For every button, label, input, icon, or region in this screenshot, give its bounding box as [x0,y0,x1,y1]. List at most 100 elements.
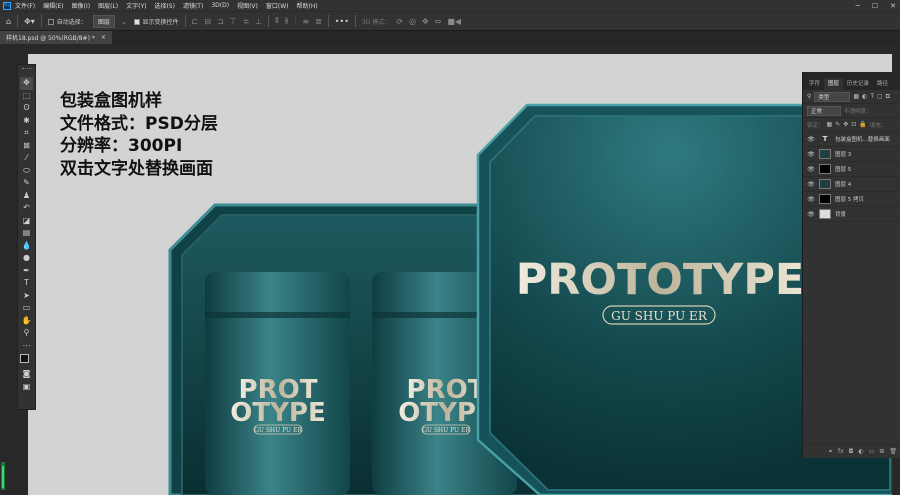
move-tool-icon[interactable]: ✥ [20,77,33,90]
filter-pixel-icon[interactable]: ▦ [853,93,859,100]
tab-paths[interactable]: 路径 [873,78,892,90]
history-brush-icon[interactable]: ↶ [20,202,33,215]
layer-row[interactable]: 👁 图层 5 拷贝 [803,192,900,207]
blur-tool-icon[interactable]: 💧 [20,240,33,253]
pen-tool-icon[interactable]: ✒ [20,265,33,278]
visibility-eye-icon[interactable]: 👁 [807,151,815,158]
mockup-description-text[interactable]: 包装盒图机样 文件格式：PSD分层 分辨率：300PI 双击文字处替换画面 [60,90,218,180]
tool-list: ✥ ⬚ ʘ ✱ ⌗ ⊠ ⁄ ⬭ ✎ ♟ ↶ ◪ ▤ 💧 ● ✒ T ➤ ▭ ✋ ⚲ ⋯ [20,77,33,352]
tab-layers[interactable]: 图层 [824,78,844,90]
layer-filter-dropdown[interactable]: 类型 [814,91,851,102]
visibility-eye-icon[interactable]: 👁 [807,181,815,188]
quick-mask-icon[interactable]: ◙ [20,368,33,381]
layer-thumbnail [819,149,831,159]
adjustment-layer-icon[interactable]: ◐ [858,448,863,455]
brush-tool-icon[interactable]: ✎ [20,177,33,190]
tab-character[interactable]: 字符 [805,78,824,90]
shape-tool-icon[interactable]: ▭ [20,302,33,315]
layer-row[interactable]: 👁 背景 [803,207,900,222]
layer-name: 图层 4 [835,182,852,188]
visibility-eye-icon[interactable]: 👁 [807,196,815,203]
gpu-meter [0,462,8,490]
path-select-icon[interactable]: ➤ [20,290,33,303]
layer-list: 👁 T 包装盒图机...替换画面 👁 图层 3 👁 图层 5 👁 图层 4 👁 图层 5 拷贝 👁 背景 [803,132,900,222]
description-line-4: 双击文字处替换画面 [60,158,213,179]
layer-row[interactable]: 👁 T 包装盒图机...替换画面 [803,132,900,147]
layers-panel: 字符 图层 历史记录 路径 ⚲ 类型 ▦ ◐ T ▢ ⧉ 正常 不透明度： 锁定… [802,72,900,458]
tools-panel: ✥ ⬚ ʘ ✱ ⌗ ⊠ ⁄ ⬭ ✎ ♟ ↶ ◪ ▤ 💧 ● ✒ T ➤ ▭ ✋ ⚲ ⋯ ◙ ▣ [17,64,36,410]
color-swatches[interactable] [19,354,34,368]
crop-tool-icon[interactable]: ⌗ [20,127,33,140]
layer-row[interactable]: 👁 图层 5 [803,162,900,177]
layer-name: 图层 3 [835,152,852,158]
blend-row: 正常 不透明度： [803,104,900,118]
lock-row: 锁定： ▦ ✎ ✥ ⊡ 🔒 填充： [803,118,900,132]
layer-name: 包装盒图机...替换画面 [835,137,890,143]
search-icon: ⚲ [807,93,812,100]
lid-title: PROTOTYPE [516,255,804,305]
new-group-icon[interactable]: ▭ [869,448,875,455]
layer-thumbnail [819,179,831,189]
layer-filter-row: ⚲ 类型 ▦ ◐ T ▢ ⧉ [803,90,900,104]
meter-fill [2,466,4,488]
layer-thumbnail [819,194,831,204]
gradient-tool-icon[interactable]: ▤ [20,227,33,240]
healing-brush-icon[interactable]: ⬭ [20,165,33,178]
zoom-tool-icon[interactable]: ⚲ [20,327,33,340]
hand-tool-icon[interactable]: ✋ [20,315,33,328]
magic-wand-icon[interactable]: ✱ [20,115,33,128]
lid-subtitle: GU SHU PU ER [611,309,708,323]
add-mask-icon[interactable]: ◘ [849,448,854,455]
screen-mode-icon[interactable]: ▣ [20,381,33,394]
opacity-label: 不透明度： [844,108,872,115]
lock-all-icon[interactable]: 🔒 [859,121,866,128]
packaging-artwork: PROT OTYPE GU SHU PU ER PROT OTYPE GU SH… [168,103,892,495]
lock-label: 锁定： [807,122,824,129]
eyedropper-icon[interactable]: ⁄ [20,152,33,165]
tea-can-1: PROT OTYPE GU SHU PU ER [205,272,350,495]
can1-title-line2: OTYPE [230,398,325,428]
layers-panel-footer: ⚭ fx ◘ ◐ ▭ ⊞ 🗑 [803,444,900,458]
filter-smart-icon[interactable]: ⧉ [886,93,890,101]
text-layer-icon: T [822,135,828,143]
visibility-eye-icon[interactable]: 👁 [807,211,815,218]
type-tool-icon[interactable]: T [20,277,33,290]
link-layers-icon[interactable]: ⚭ [828,448,833,455]
lock-paint-icon[interactable]: ✎ [835,121,840,128]
layer-name: 背景 [835,212,847,218]
layer-name: 图层 5 [835,167,852,173]
fill-label: 填充： [869,122,887,129]
description-line-3: 分辨率：300PI [60,136,183,156]
filter-type-icon[interactable]: T [870,93,874,100]
lock-position-icon[interactable]: ✥ [843,121,848,128]
eraser-tool-icon[interactable]: ◪ [20,215,33,228]
tab-history[interactable]: 历史记录 [843,78,873,90]
layer-style-icon[interactable]: fx [838,448,844,455]
description-line-2: 文件格式：PSD分层 [60,113,218,134]
dodge-tool-icon[interactable]: ● [20,252,33,265]
layer-name: 图层 5 拷贝 [835,197,864,203]
lock-artboard-icon[interactable]: ⊡ [851,121,856,128]
panel-tab-bar: 字符 图层 历史记录 路径 [803,72,900,90]
description-line-1: 包装盒图机样 [60,91,162,111]
layer-row[interactable]: 👁 图层 3 [803,147,900,162]
layer-thumbnail [819,209,831,219]
visibility-eye-icon[interactable]: 👁 [807,166,815,173]
layer-thumbnail [819,164,831,174]
filter-shape-icon[interactable]: ▢ [877,93,883,100]
marquee-tool-icon[interactable]: ⬚ [20,90,33,103]
stamp-tool-icon[interactable]: ♟ [20,190,33,203]
lock-pixels-icon[interactable]: ▦ [827,121,833,128]
blend-mode-dropdown[interactable]: 正常 [807,105,841,116]
delete-layer-icon[interactable]: 🗑 [889,448,897,455]
more-tools-icon[interactable]: ⋯ [20,340,33,353]
foreground-color-swatch[interactable] [19,354,29,363]
visibility-eye-icon[interactable]: 👁 [807,136,815,143]
can1-subtitle: GU SHU PU ER [254,427,302,434]
filter-adjust-icon[interactable]: ◐ [862,93,867,100]
frame-tool-icon[interactable]: ⊠ [20,140,33,153]
panel-grip[interactable] [22,68,32,70]
new-layer-icon[interactable]: ⊞ [879,448,884,455]
layer-row[interactable]: 👁 图层 4 [803,177,900,192]
lasso-tool-icon[interactable]: ʘ [20,102,33,115]
